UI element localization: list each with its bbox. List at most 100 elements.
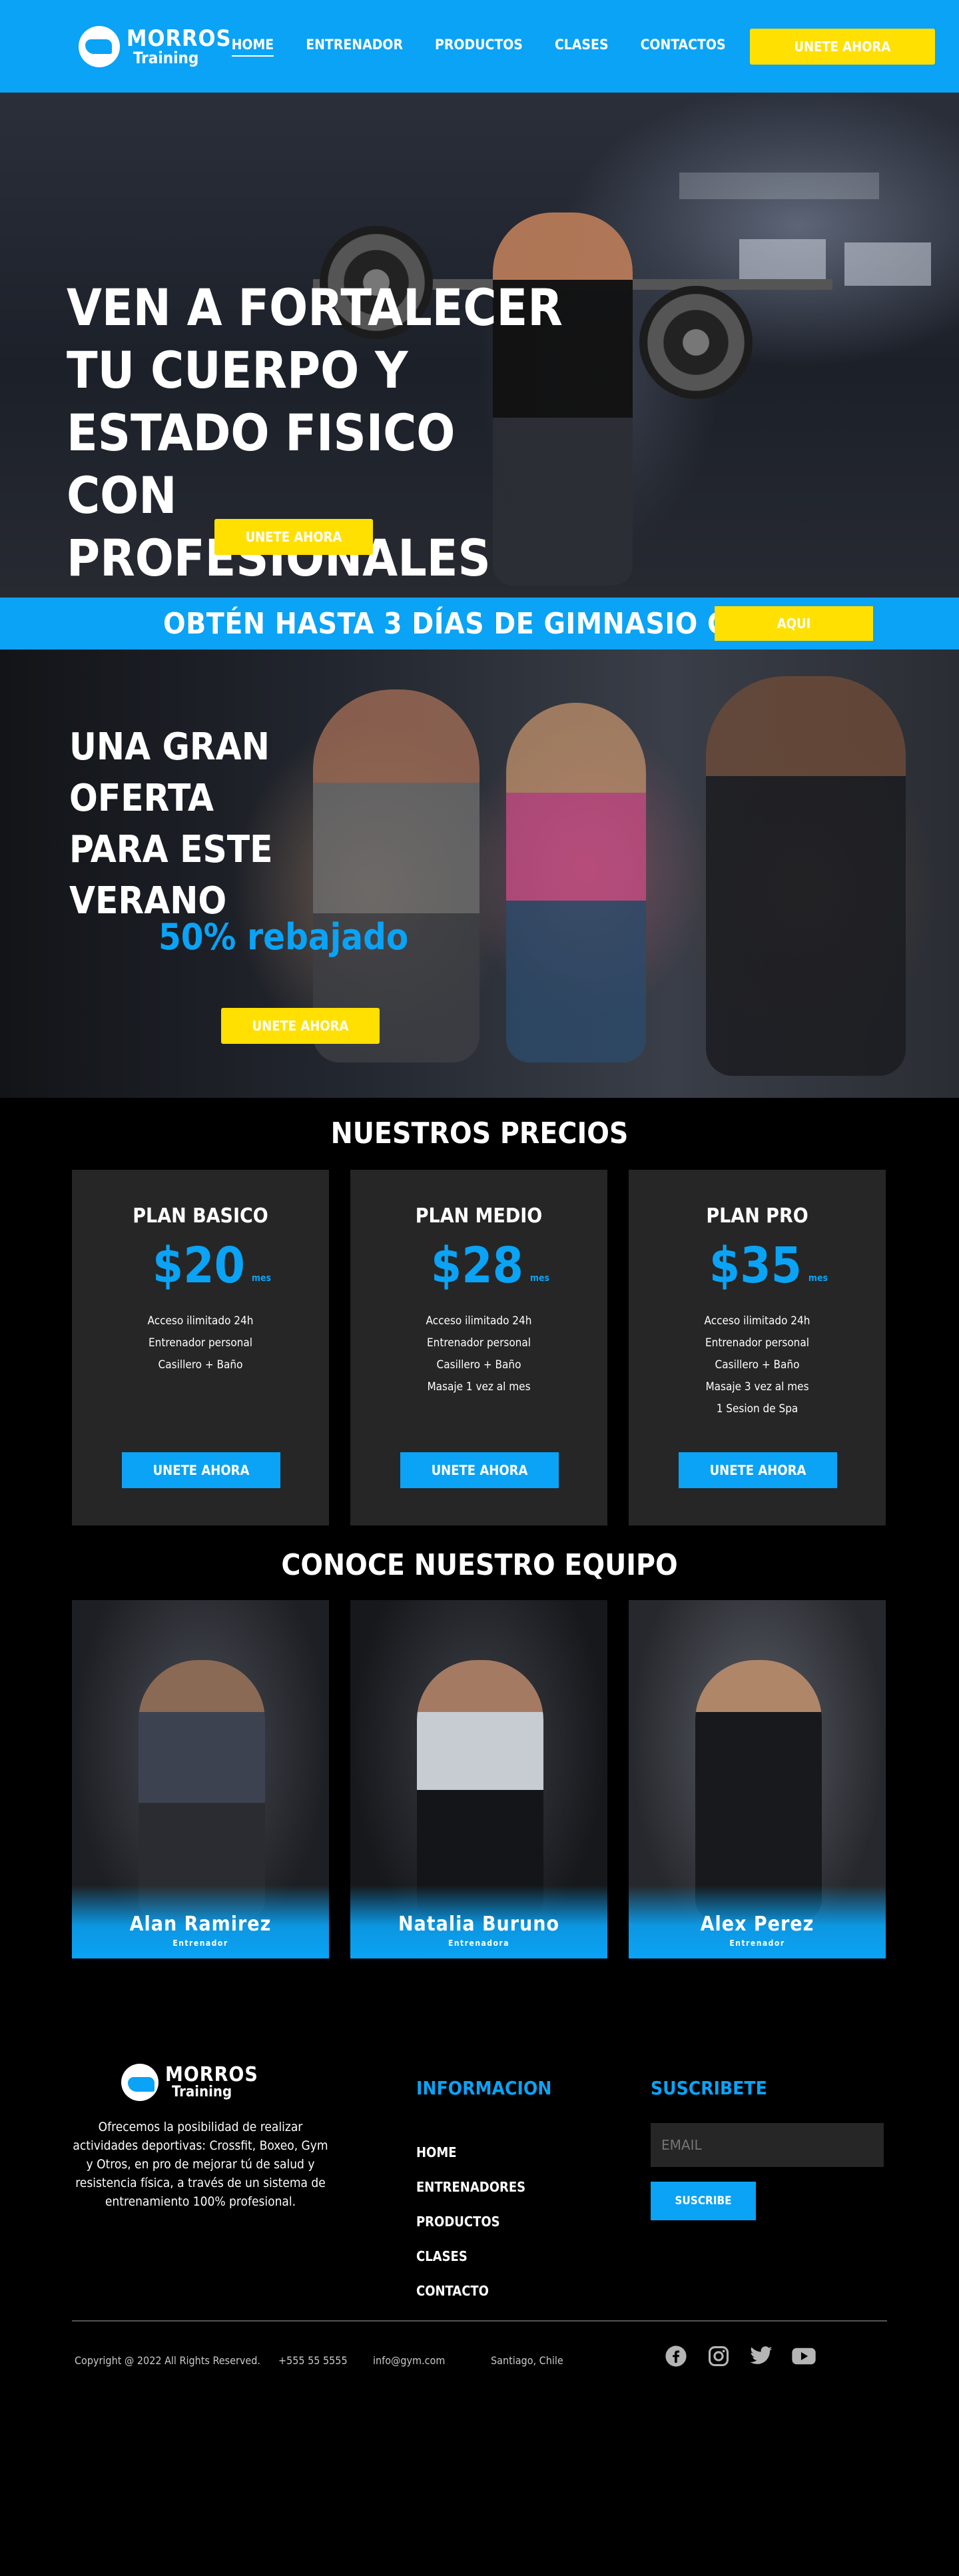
footer: MORROS Training Ofrecemos la posibilidad… bbox=[0, 1978, 959, 2576]
plan-card-medium: PLAN MEDIO $28 mes Acceso ilimitado 24h … bbox=[350, 1170, 607, 1525]
plan-price-amount: $20 bbox=[152, 1237, 245, 1294]
plan-feature: 1 Sesion de Spa bbox=[716, 1402, 799, 1416]
youtube-icon[interactable] bbox=[791, 2344, 816, 2369]
plan-card-basic: PLAN BASICO $20 mes Acceso ilimitado 24h… bbox=[72, 1170, 329, 1525]
plan-name: PLAN PRO bbox=[706, 1204, 808, 1228]
plan-price-period: mes bbox=[251, 1273, 272, 1284]
brand-name: MORROS bbox=[165, 2063, 258, 2086]
instagram-icon[interactable] bbox=[706, 2344, 731, 2369]
team-member-card[interactable]: Alex Perez Entrenador bbox=[629, 1600, 886, 1958]
plan-price-period: mes bbox=[808, 1273, 828, 1284]
team-member-card[interactable]: Natalia Buruno Entrenadora bbox=[350, 1600, 607, 1958]
plan-feature: Masaje 1 vez al mes bbox=[427, 1380, 531, 1394]
hero-join-button[interactable]: UNETE AHORA bbox=[214, 519, 373, 555]
nav-home[interactable]: HOME bbox=[231, 37, 274, 57]
pricing-cards: PLAN BASICO $20 mes Acceso ilimitado 24h… bbox=[72, 1170, 886, 1525]
group-photo-man bbox=[313, 689, 480, 1063]
offer-title: UNA GRAN OFERTA PARA ESTE VERANO bbox=[69, 725, 273, 923]
team-member-role: Entrenador bbox=[172, 1938, 228, 1948]
flexed-arm-icon bbox=[79, 25, 120, 67]
plan-basic-join-button[interactable]: UNETE AHORA bbox=[122, 1452, 280, 1488]
brand-name: MORROS bbox=[127, 25, 232, 52]
plan-feature: Masaje 3 vez al mes bbox=[705, 1380, 809, 1394]
plan-feature: Acceso ilimitado 24h bbox=[426, 1314, 532, 1328]
facebook-icon[interactable] bbox=[663, 2344, 689, 2369]
ceiling-light bbox=[679, 173, 879, 199]
plan-feature: Acceso ilimitado 24h bbox=[704, 1314, 810, 1328]
plan-price-period: mes bbox=[529, 1273, 550, 1284]
nav-join-button[interactable]: UNETE AHORA bbox=[749, 28, 935, 65]
team-member-role: Entrenador bbox=[729, 1938, 785, 1948]
weight-plate-image bbox=[639, 286, 753, 399]
team-cards: Alan Ramirez Entrenador Natalia Buruno E… bbox=[72, 1600, 886, 1958]
brand-subtitle: Training bbox=[133, 48, 199, 67]
plan-price-amount: $35 bbox=[709, 1237, 802, 1294]
footer-link-clases[interactable]: CLASES bbox=[416, 2239, 525, 2274]
footer-link-home[interactable]: HOME bbox=[416, 2135, 525, 2170]
phone-text: +555 55 5555 bbox=[278, 2354, 348, 2367]
plan-feature: Acceso ilimitado 24h bbox=[147, 1314, 254, 1328]
promo-here-button[interactable]: AQUI bbox=[715, 606, 873, 641]
nav-clases[interactable]: CLASES bbox=[555, 37, 609, 57]
footer-brand-logo[interactable]: MORROS Training bbox=[121, 2064, 258, 2101]
team-member-name: Alan Ramirez bbox=[129, 1913, 272, 1936]
team-section: CONOCE NUESTRO EQUIPO Alan Ramirez Entre… bbox=[0, 1548, 959, 1978]
nav-entrenador[interactable]: ENTRENADOR bbox=[306, 37, 403, 57]
footer-links: HOME ENTRENADORES PRODUCTOS CLASES CONTA… bbox=[416, 2135, 525, 2308]
brand-logo[interactable]: MORROS Training bbox=[79, 25, 232, 67]
plan-card-pro: PLAN PRO $35 mes Acceso ilimitado 24h En… bbox=[629, 1170, 886, 1525]
trainer-figure bbox=[695, 1660, 822, 1920]
footer-link-contacto[interactable]: CONTACTO bbox=[416, 2274, 525, 2308]
footer-description: Ofrecemos la posibilidad de realizar act… bbox=[73, 2120, 328, 2209]
summer-offer-section: UNA GRAN OFERTA PARA ESTE VERANO 50% reb… bbox=[0, 649, 959, 1098]
copyright-text: Copyright @ 2022 All Rights Reserved. bbox=[75, 2354, 260, 2367]
team-member-card[interactable]: Alan Ramirez Entrenador bbox=[72, 1600, 329, 1958]
main-menu: HOME ENTRENADOR PRODUCTOS CLASES CONTACT… bbox=[231, 37, 726, 57]
plan-pro-join-button[interactable]: UNETE AHORA bbox=[679, 1452, 837, 1488]
plan-medium-join-button[interactable]: UNETE AHORA bbox=[400, 1452, 559, 1488]
social-links bbox=[663, 2344, 816, 2369]
plan-price: $20 mes bbox=[72, 1241, 329, 1290]
team-member-name: Alex Perez bbox=[700, 1913, 814, 1936]
nav-productos[interactable]: PRODUCTOS bbox=[435, 37, 523, 57]
offer-discount: 50% rebajado bbox=[159, 916, 409, 958]
team-member-name: Natalia Buruno bbox=[398, 1913, 560, 1936]
plan-features: Acceso ilimitado 24h Entrenador personal… bbox=[72, 1310, 329, 1376]
team-title: CONOCE NUESTRO EQUIPO bbox=[281, 1548, 678, 1582]
plan-feature: Entrenador personal bbox=[705, 1336, 809, 1350]
plan-price: $35 mes bbox=[629, 1241, 886, 1290]
group-photo-woman bbox=[506, 703, 646, 1063]
pricing-section: NUESTROS PRECIOS PLAN BASICO $20 mes Acc… bbox=[0, 1098, 959, 1548]
offer-join-button[interactable]: UNETE AHORA bbox=[221, 1008, 380, 1044]
plan-price-amount: $28 bbox=[430, 1237, 523, 1294]
footer-link-entrenadores[interactable]: ENTRENADORES bbox=[416, 2170, 525, 2204]
plan-name: PLAN MEDIO bbox=[415, 1204, 543, 1228]
trainer-figure bbox=[139, 1660, 265, 1920]
info-title: INFORMACION bbox=[416, 2077, 552, 2099]
team-member-role: Entrenadora bbox=[448, 1938, 510, 1948]
twitter-icon[interactable] bbox=[749, 2344, 774, 2369]
nav-contactos[interactable]: CONTACTOS bbox=[641, 37, 726, 57]
subscribe-title: SUSCRIBETE bbox=[651, 2077, 767, 2099]
top-nav: MORROS Training HOME ENTRENADOR PRODUCTO… bbox=[0, 0, 959, 93]
flexed-arm-icon bbox=[121, 2064, 159, 2101]
pricing-title: NUESTROS PRECIOS bbox=[330, 1116, 629, 1150]
email-text: info@gym.com bbox=[373, 2354, 446, 2367]
group-photo-woman-2 bbox=[706, 676, 906, 1076]
plan-name: PLAN BASICO bbox=[133, 1204, 268, 1228]
background-window bbox=[844, 242, 931, 286]
plan-feature: Casillero + Baño bbox=[158, 1358, 243, 1372]
email-input[interactable] bbox=[651, 2123, 884, 2167]
footer-divider bbox=[72, 2320, 887, 2322]
subscribe-button[interactable]: SUSCRIBE bbox=[651, 2182, 756, 2220]
location-text: Santiago, Chile bbox=[491, 2354, 563, 2367]
plan-features: Acceso ilimitado 24h Entrenador personal… bbox=[350, 1310, 607, 1398]
plan-feature: Entrenador personal bbox=[149, 1336, 252, 1350]
plan-feature: Casillero + Baño bbox=[715, 1358, 800, 1372]
plan-features: Acceso ilimitado 24h Entrenador personal… bbox=[629, 1310, 886, 1420]
footer-link-productos[interactable]: PRODUCTOS bbox=[416, 2204, 525, 2239]
plan-feature: Casillero + Baño bbox=[436, 1358, 521, 1372]
trainer-figure bbox=[417, 1660, 543, 1920]
promo-bar: OBTÉN HASTA 3 DÍAS DE GIMNASIO GRATIS AQ… bbox=[0, 598, 959, 649]
plan-feature: Entrenador personal bbox=[427, 1336, 531, 1350]
